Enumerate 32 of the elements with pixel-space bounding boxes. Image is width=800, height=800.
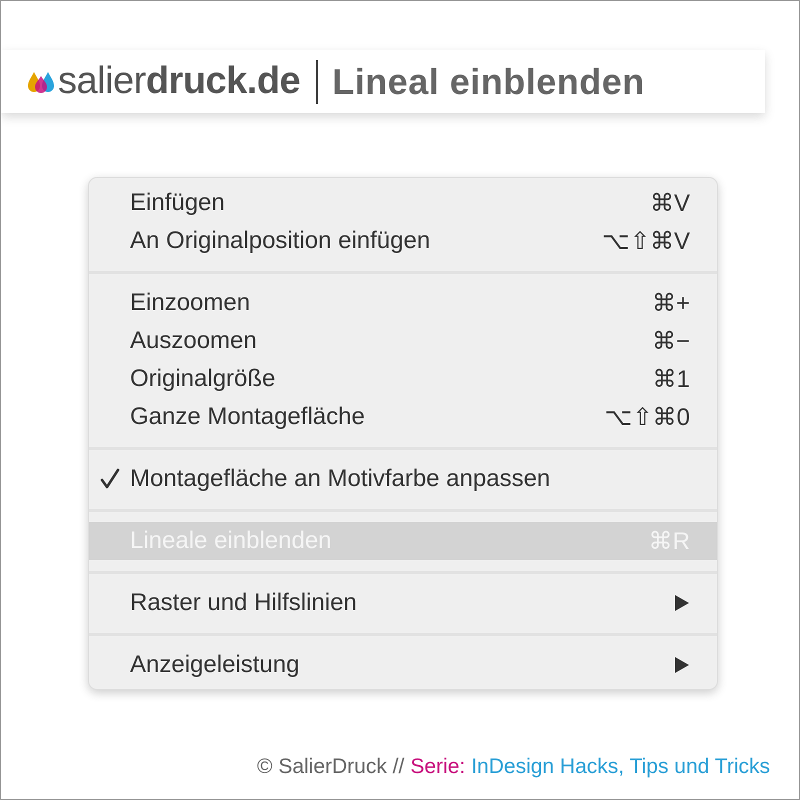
menu-item-label: Anzeigeleistung xyxy=(130,651,300,679)
menu-item-label: Originalgröße xyxy=(130,365,276,393)
shortcut-label: ⌥⇧⌘0 xyxy=(604,402,690,432)
menu-item[interactable]: An Originalposition einfügen ⌥⇧⌘V xyxy=(89,222,717,260)
shortcut-label: ⌥⇧⌘V xyxy=(602,226,690,256)
menu-item[interactable]: Auszoomen ⌘− xyxy=(89,322,717,360)
shortcut-label: ⌘1 xyxy=(652,364,690,394)
menu-item-label: An Originalposition einfügen xyxy=(130,227,432,255)
menu-item-label: Raster und Hilfslinien xyxy=(130,589,358,617)
menu-item-label: Auszoomen xyxy=(130,327,258,355)
menu-item[interactable]: Einfügen ⌘V xyxy=(89,184,717,222)
menu-item[interactable]: Anzeigeleistung xyxy=(89,646,717,684)
footer-text: © SalierDruck // xyxy=(257,755,404,779)
menu-item[interactable]: Ganze Montagefläche ⌥⇧⌘0 xyxy=(89,398,717,436)
menu-item[interactable]: Originalgröße ⌘1 xyxy=(89,360,717,398)
menu-item[interactable]: Einzoomen ⌘+ xyxy=(89,284,717,322)
drops-icon xyxy=(26,70,56,94)
menu-item-label: Montagefläche an Motivfarbe anpassen xyxy=(130,465,552,493)
menu-item-label: Einzoomen xyxy=(130,289,252,317)
shortcut-label: ⌘+ xyxy=(652,288,690,318)
shortcut-label: ⌘− xyxy=(652,326,690,356)
footer-text: Serie: xyxy=(410,755,466,779)
submenu-arrow-icon xyxy=(674,594,690,612)
submenu-arrow-icon xyxy=(674,656,690,674)
page-title: Lineal einblenden xyxy=(332,60,645,102)
footer-text: InDesign Hacks, Tips und Tricks xyxy=(471,755,770,779)
menu-item-label: Ganze Montagefläche xyxy=(130,403,366,431)
shortcut-label: ⌘V xyxy=(650,188,690,218)
brand-logo-text: salierdruck.de xyxy=(58,60,300,103)
menu-item[interactable]: Montagefläche an Motivfarbe anpassen xyxy=(89,460,717,498)
menu-item-label: Einfügen xyxy=(130,189,226,217)
menu-item[interactable]: Raster und Hilfslinien xyxy=(89,584,717,622)
